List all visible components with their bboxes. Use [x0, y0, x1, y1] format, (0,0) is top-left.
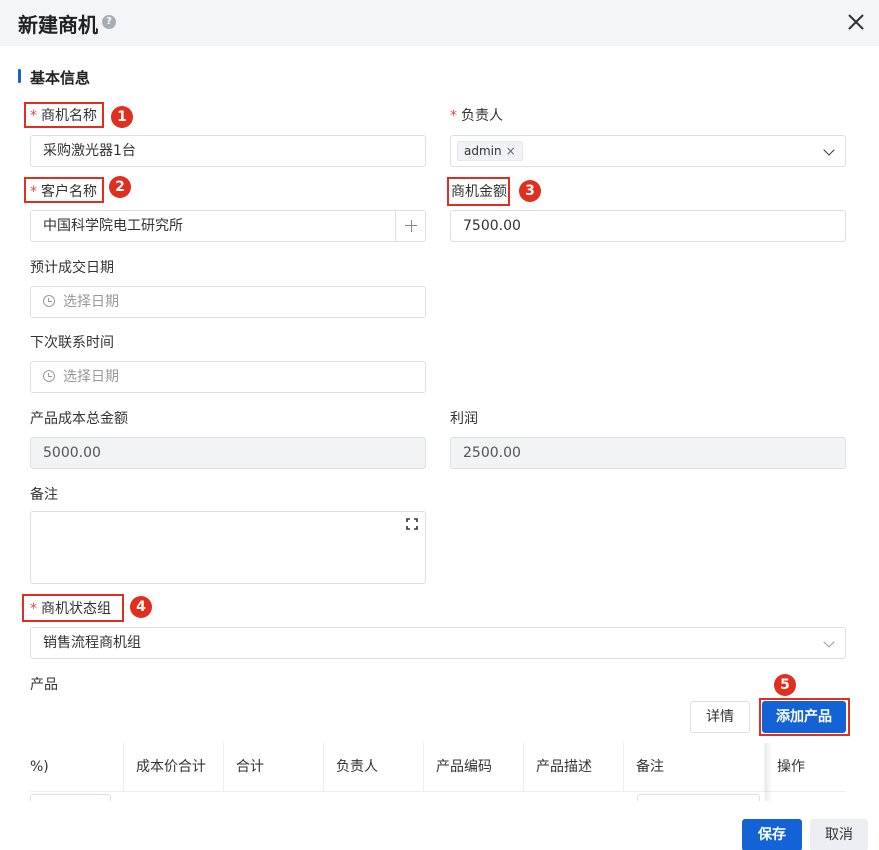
amount-input[interactable]: 7500.00 — [450, 210, 846, 242]
section-marker — [18, 69, 21, 83]
deal-date-picker[interactable]: 选择日期 — [30, 286, 426, 318]
annotation-badge-1: 1 — [111, 106, 133, 128]
table-header: %) 成本价合计 合计 负责人 产品编码 产品描述 备注 操作 — [30, 743, 846, 791]
remark-textarea[interactable] — [30, 511, 426, 584]
column-header: 合计 — [224, 743, 324, 791]
column-header: 产品编码 — [424, 743, 524, 791]
status-group-select[interactable]: 销售流程商机组 — [30, 627, 846, 659]
owner-label: * 负责人 — [450, 108, 503, 124]
remark-label: 备注 — [30, 487, 58, 503]
cost-total-label: 产品成本总金额 — [30, 411, 128, 427]
dialog-title: 新建商机 — [18, 13, 98, 37]
profit-label: 利润 — [450, 411, 478, 427]
annotation-badge-5: 5 — [774, 674, 796, 696]
cost-total-input: 5000.00 — [30, 437, 426, 469]
detail-button[interactable]: 详情 — [690, 701, 750, 733]
save-button[interactable]: 保存 — [742, 819, 802, 850]
help-icon[interactable]: ? — [102, 15, 116, 29]
profit-input: 2500.00 — [450, 437, 846, 469]
owner-select[interactable]: admin × — [450, 135, 846, 167]
annotation-badge-3: 3 — [519, 180, 541, 202]
product-table: %) 成本价合计 合计 负责人 产品编码 产品描述 备注 操作 — [30, 743, 846, 801]
chevron-down-icon — [823, 144, 835, 156]
add-customer-button[interactable] — [395, 210, 426, 242]
annotation-box-1 — [24, 102, 104, 128]
tag-close-icon[interactable]: × — [506, 144, 516, 158]
annotation-box-2 — [24, 177, 104, 203]
annotation-box-5 — [759, 698, 850, 736]
column-header: 成本价合计 — [124, 743, 224, 791]
column-header: 负责人 — [324, 743, 424, 791]
column-header: 备注 — [624, 743, 765, 791]
column-header: 产品描述 — [524, 743, 624, 791]
next-contact-picker[interactable]: 选择日期 — [30, 361, 426, 393]
annotation-box-3 — [447, 177, 510, 206]
table-cell-input[interactable] — [637, 794, 760, 801]
annotation-box-4 — [22, 594, 124, 622]
column-header: %) — [30, 743, 124, 791]
required-mark: * — [450, 108, 457, 124]
annotation-badge-2: 2 — [109, 176, 131, 198]
expand-icon[interactable] — [406, 518, 418, 530]
annotation-badge-4: 4 — [130, 596, 152, 618]
table-divider — [30, 791, 846, 792]
customer-name-input[interactable]: 中国科学院电工研究所 — [30, 210, 426, 242]
deal-date-label: 预计成交日期 — [30, 260, 114, 276]
table-cell-input[interactable] — [30, 794, 111, 801]
opportunity-name-input[interactable]: 采购激光器1台 — [30, 135, 426, 167]
column-header: 操作 — [777, 759, 805, 775]
next-contact-label: 下次联系时间 — [30, 335, 114, 351]
chevron-down-icon — [823, 636, 835, 648]
fixed-column-shadow — [765, 743, 773, 801]
product-label: 产品 — [30, 677, 58, 693]
clock-icon — [43, 295, 55, 307]
cancel-button[interactable]: 取消 — [810, 819, 868, 850]
section-title: 基本信息 — [30, 69, 91, 87]
owner-tag: admin × — [457, 141, 523, 161]
close-icon[interactable] — [843, 9, 869, 35]
dialog-header: 新建商机 ? — [0, 0, 879, 46]
clock-icon — [43, 370, 55, 382]
